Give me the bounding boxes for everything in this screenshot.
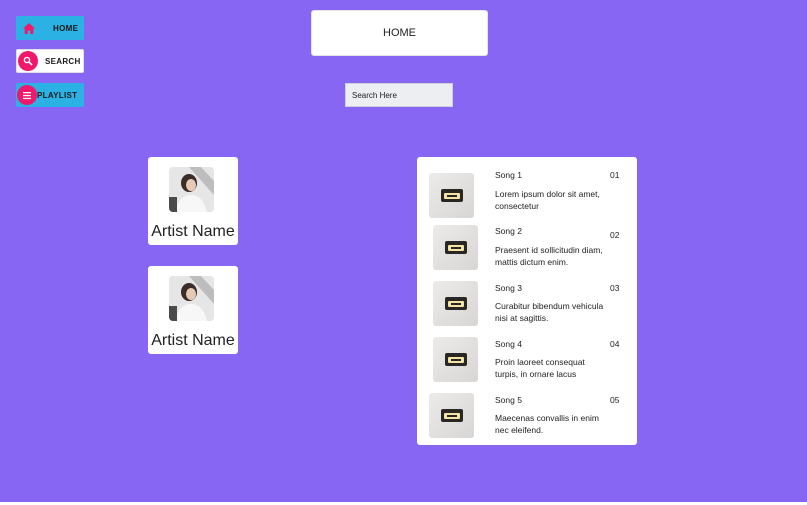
cassette-icon [433,281,478,326]
search-input[interactable] [345,83,453,107]
nav-search-button[interactable]: SEARCH [16,49,84,73]
song-number: 04 [610,339,620,349]
song-description: Lorem ipsum dolor sit amet, consectetur [495,189,600,211]
song-row[interactable]: Song 2 Praesent id sollicitudin diam, ma… [417,225,637,281]
artist-photo [169,276,214,321]
nav-playlist-button[interactable]: PLAYLIST [16,83,84,107]
nav-home-label: HOME [53,23,79,33]
cassette-icon [429,173,474,218]
app-background: HOME SEARCH PLAYLIST HOME Search Here Ar… [0,0,807,502]
song-number: 02 [610,230,620,240]
nav-playlist-label: PLAYLIST [37,90,78,100]
song-description: Proin laoreet consequat turpis, in ornar… [495,357,585,379]
song-row[interactable]: Song 4 Proin laoreet consequat turpis, i… [417,337,637,393]
nav-home-button[interactable]: HOME [16,16,84,40]
song-row[interactable]: Song 5 Maecenas convallis in enim nec el… [417,393,637,449]
artist-name: Artist Name [151,223,235,240]
song-title: Song 2 [495,226,522,236]
search-icon [18,51,38,71]
song-row[interactable]: Song 1 Lorem ipsum dolor sit amet, conse… [417,169,637,225]
song-list: Song 1 Lorem ipsum dolor sit amet, conse… [417,157,637,445]
cassette-icon [433,225,478,270]
song-number: 01 [610,170,620,180]
song-title: Song 1 [495,170,522,180]
song-title: Song 5 [495,395,522,405]
song-number: 05 [610,395,620,405]
list-icon [17,85,37,105]
page-title-text: HOME [383,27,416,39]
cassette-icon [429,393,474,438]
song-number: 03 [610,283,620,293]
artist-card[interactable]: Artist Name [148,157,238,245]
cassette-icon [433,337,478,382]
artist-photo [169,167,214,212]
song-row[interactable]: Song 3 Curabitur bibendum vehicula nisi … [417,281,637,337]
song-title: Song 3 [495,283,522,293]
song-title: Song 4 [495,339,522,349]
page-title: HOME [311,10,488,56]
nav-search-label: SEARCH [45,56,81,66]
home-icon [19,18,39,38]
song-description: Curabitur bibendum vehicula nisi at sagi… [495,301,604,323]
artist-card[interactable]: Artist Name [148,266,238,354]
artist-name: Artist Name [151,332,235,349]
song-description: Praesent id sollicitudin diam, mattis di… [495,245,603,267]
song-description: Maecenas convallis in enim nec eleifend. [495,413,599,435]
